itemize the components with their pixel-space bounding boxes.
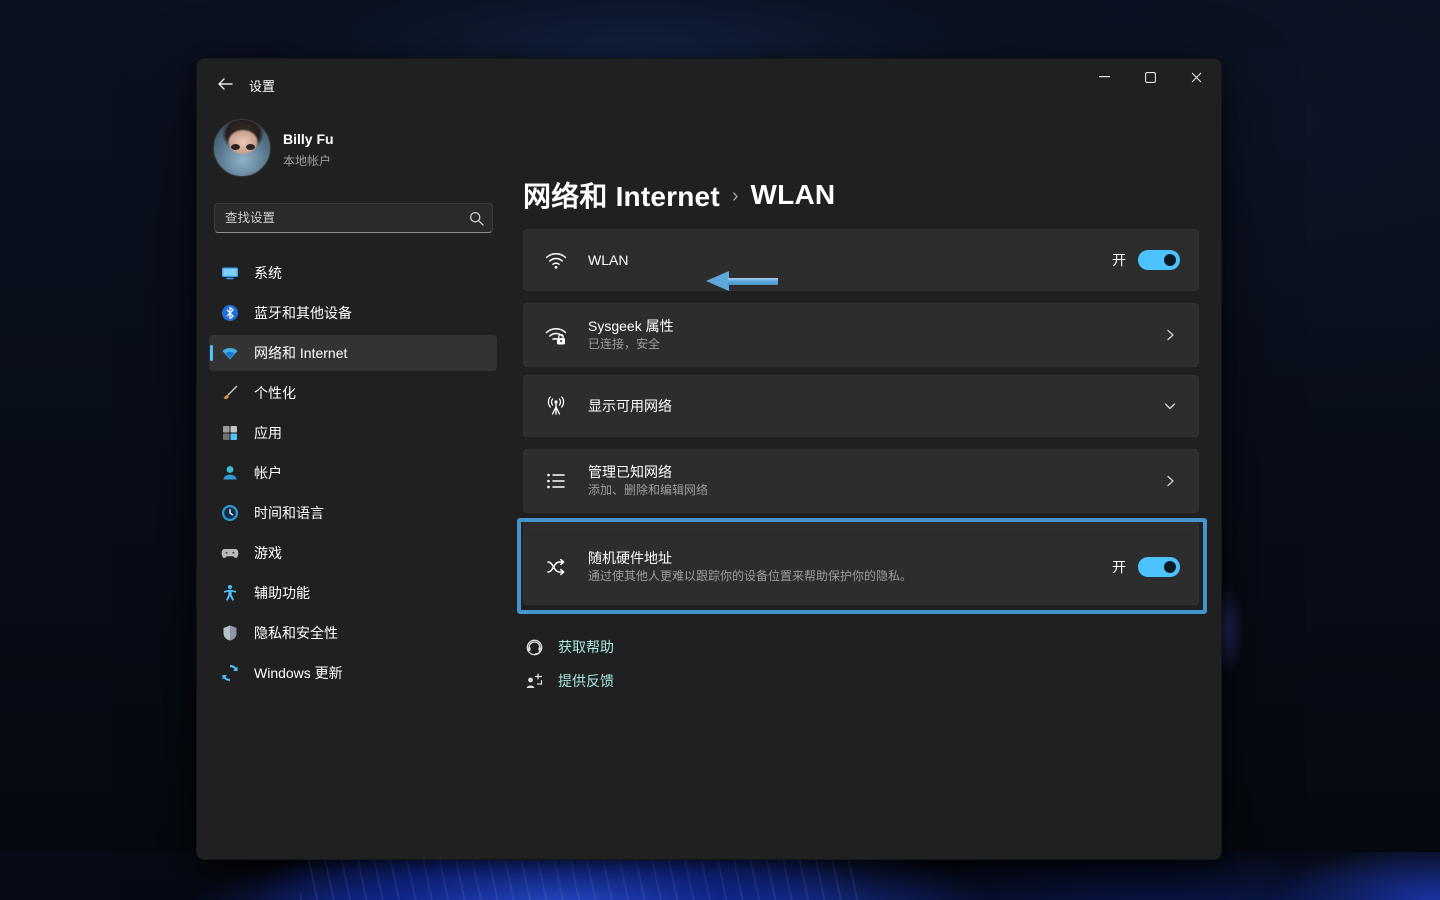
sidebar-item-system[interactable]: 系统: [209, 255, 497, 291]
chevron-right-icon: [1160, 471, 1180, 491]
get-help-label: 获取帮助: [558, 637, 614, 657]
apps-icon: [221, 424, 239, 442]
sidebar-item-apps[interactable]: 应用: [209, 415, 497, 451]
desktop-background: 设置 Billy Fu 本地帐户: [0, 0, 1440, 900]
sidebar-item-personalization[interactable]: 个性化: [209, 375, 497, 411]
user-name: Billy Fu: [283, 131, 334, 147]
wlan-toggle-card: WLAN 开: [523, 229, 1199, 291]
sidebar-item-accessibility[interactable]: 辅助功能: [209, 575, 497, 611]
search-icon: [469, 211, 484, 226]
bluetooth-icon: [221, 304, 239, 322]
shuffle-icon: [544, 555, 568, 579]
windows-update-icon: [221, 664, 239, 682]
back-button[interactable]: [209, 72, 241, 96]
card-title: WLAN: [588, 251, 1112, 270]
app-title: 设置: [249, 76, 275, 95]
breadcrumb-parent[interactable]: 网络和 Internet: [523, 175, 720, 215]
random-mac-toggle[interactable]: [1138, 557, 1180, 577]
card-subtitle: 已连接，安全: [588, 336, 1160, 353]
system-icon: [221, 264, 239, 282]
accounts-icon: [221, 464, 239, 482]
show-networks-card[interactable]: 显示可用网络: [523, 375, 1199, 437]
sidebar-item-windows-update[interactable]: Windows 更新: [209, 655, 497, 691]
get-help-link[interactable]: 获取帮助: [525, 637, 614, 657]
privacy-icon: [221, 624, 239, 642]
sidebar-item-label: 游戏: [254, 543, 282, 563]
manage-networks-card[interactable]: 管理已知网络 添加、删除和编辑网络: [523, 449, 1199, 513]
toggle-knob: [1164, 254, 1176, 266]
chevron-down-icon: [1160, 396, 1180, 416]
wifi-lock-icon: [544, 323, 568, 347]
give-feedback-link[interactable]: 提供反馈: [525, 671, 614, 691]
sidebar-item-label: 系统: [254, 263, 282, 283]
wifi-icon: [544, 248, 568, 272]
sidebar-item-gaming[interactable]: 游戏: [209, 535, 497, 571]
chevron-right-icon: [1160, 325, 1180, 345]
card-subtitle: 通过使其他人更难以跟踪你的设备位置来帮助保护你的隐私。: [588, 568, 1112, 585]
search-input[interactable]: [225, 204, 455, 232]
settings-window: 设置 Billy Fu 本地帐户: [196, 58, 1222, 860]
sidebar-item-label: 隐私和安全性: [254, 623, 338, 643]
connected-network-card[interactable]: Sysgeek 属性 已连接，安全: [523, 303, 1199, 367]
give-feedback-label: 提供反馈: [558, 671, 614, 691]
toggle-state-label: 开: [1112, 250, 1126, 270]
sidebar-item-label: 应用: [254, 423, 282, 443]
toggle-knob: [1164, 561, 1176, 573]
page-title: WLAN: [751, 179, 836, 211]
card-title: 显示可用网络: [588, 397, 1160, 416]
sidebar-item-label: 帐户: [254, 463, 282, 483]
sidebar-item-time-language[interactable]: 时间和语言: [209, 495, 497, 531]
sidebar-item-label: 蓝牙和其他设备: [254, 303, 352, 323]
accessibility-icon: [221, 584, 239, 602]
sidebar-item-label: Windows 更新: [254, 663, 343, 683]
sidebar-nav: 系统 蓝牙和其他设备 网络和 Internet 个性化: [209, 255, 497, 695]
sidebar-item-label: 辅助功能: [254, 583, 310, 603]
feedback-icon: [525, 672, 544, 691]
sidebar-item-bluetooth[interactable]: 蓝牙和其他设备: [209, 295, 497, 331]
personalization-icon: [221, 384, 239, 402]
user-avatar[interactable]: [213, 119, 271, 177]
wlan-toggle[interactable]: [1138, 250, 1180, 270]
user-account-type: 本地帐户: [283, 152, 331, 169]
card-title: 管理已知网络: [588, 463, 1160, 482]
card-title: Sysgeek 属性: [588, 317, 1160, 336]
breadcrumb: 网络和 Internet › WLAN: [523, 175, 835, 215]
sidebar-item-network[interactable]: 网络和 Internet: [209, 335, 497, 371]
card-subtitle: 添加、删除和编辑网络: [588, 482, 1160, 499]
network-icon: [221, 344, 239, 362]
sidebar-item-label: 个性化: [254, 383, 296, 403]
gaming-icon: [221, 544, 239, 562]
toggle-state-label: 开: [1112, 557, 1126, 577]
sidebar-item-privacy[interactable]: 隐私和安全性: [209, 615, 497, 651]
sidebar-item-label: 网络和 Internet: [254, 343, 347, 363]
search-box[interactable]: [214, 203, 493, 233]
main-content: 网络和 Internet › WLAN WLAN 开: [523, 59, 1199, 859]
breadcrumb-separator-icon: ›: [732, 183, 739, 208]
sidebar-item-accounts[interactable]: 帐户: [209, 455, 497, 491]
sidebar-item-label: 时间和语言: [254, 503, 324, 523]
back-arrow-icon: [217, 78, 233, 90]
headset-icon: [525, 638, 544, 657]
random-hardware-address-card: 随机硬件地址 通过使其他人更难以跟踪你的设备位置来帮助保护你的隐私。 开: [523, 529, 1199, 605]
list-icon: [544, 469, 568, 493]
antenna-icon: [544, 394, 568, 418]
time-language-icon: [221, 504, 239, 522]
card-title: 随机硬件地址: [588, 549, 1112, 568]
